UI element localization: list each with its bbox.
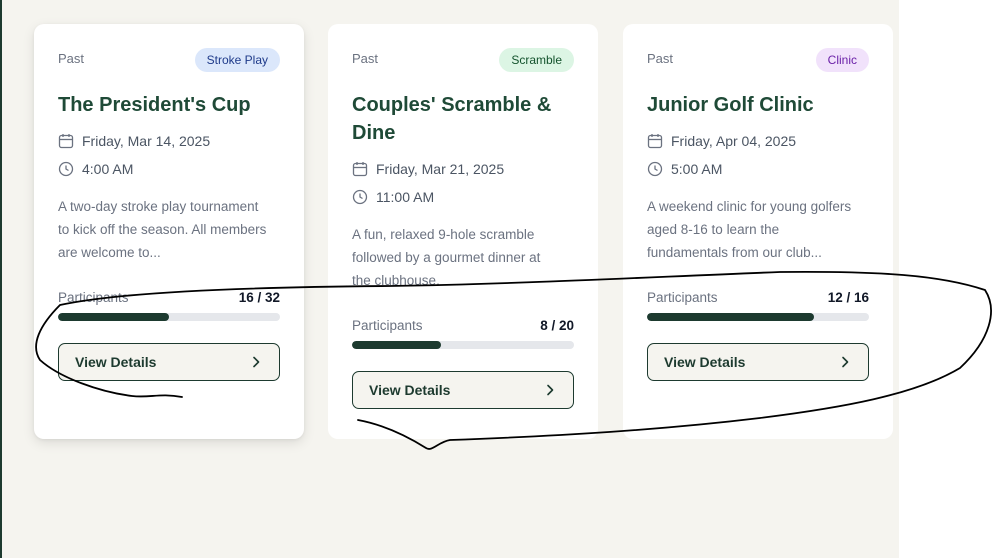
event-time-text: 5:00 AM [671, 161, 723, 177]
description-line: A two-day stroke play tournament [58, 199, 259, 214]
event-date-text: Friday, Mar 21, 2025 [376, 161, 505, 177]
event-description: A weekend clinic for young golfers aged … [647, 195, 869, 264]
clock-icon [58, 161, 74, 177]
event-title-line: Dine [352, 122, 396, 144]
event-title-line: Junior Golf Clinic [647, 94, 814, 116]
participants-row: Participants 16 / 32 [58, 289, 280, 307]
participants-label: Participants [352, 318, 423, 333]
description-line: aged 8-16 to learn the [647, 222, 780, 237]
chevron-right-icon [253, 356, 260, 368]
participants-label: Participants [647, 290, 718, 305]
calendar-icon [58, 134, 74, 149]
view-details-label: View Details [75, 354, 157, 370]
event-status: Past [58, 51, 85, 66]
event-description: A two-day stroke play tournament to kick… [58, 195, 280, 264]
event-type-badge: Clinic [815, 48, 869, 72]
event-title: Junior Golf Clinic [647, 91, 869, 119]
participants-row: Participants 8 / 20 [352, 317, 574, 335]
participants-count: 12 / 16 [827, 290, 869, 305]
description-line: fundamentals from our club... [647, 245, 822, 260]
description-line: the clubhouse. [352, 273, 440, 288]
event-type-badge: Scramble [499, 48, 574, 72]
event-title: Couples' Scramble & Dine [352, 91, 574, 147]
description-line: to kick off the season. All members [58, 222, 267, 237]
participants-count: 8 / 20 [540, 318, 574, 333]
description-line: are welcome to... [58, 245, 161, 260]
event-status: Past [352, 51, 379, 66]
description-line: followed by a gourmet dinner at [352, 250, 541, 265]
event-status: Past [647, 51, 674, 66]
event-date-text: Friday, Apr 04, 2025 [671, 133, 797, 149]
participants-progress-fill [58, 313, 169, 321]
event-time: 4:00 AM [58, 159, 280, 179]
event-date: Friday, Mar 21, 2025 [352, 159, 574, 179]
event-card: Past Stroke Play The President's Cup Fri… [34, 24, 304, 439]
event-type-badge: Stroke Play [194, 48, 280, 72]
event-time-text: 11:00 AM [376, 189, 435, 205]
calendar-icon [647, 134, 663, 149]
view-details-button[interactable]: View Details [352, 371, 574, 409]
participants-progress [647, 313, 869, 321]
event-date: Friday, Apr 04, 2025 [647, 131, 869, 151]
participants-label: Participants [58, 290, 129, 305]
chevron-right-icon [842, 356, 849, 368]
event-title-line: Couples' Scramble & [352, 94, 552, 116]
event-time: 11:00 AM [352, 187, 574, 207]
event-date-text: Friday, Mar 14, 2025 [82, 133, 211, 149]
event-time: 5:00 AM [647, 159, 869, 179]
calendar-icon [352, 162, 368, 177]
event-card: Past Clinic Junior Golf Clinic Friday, A… [623, 24, 893, 439]
chevron-right-icon [547, 384, 554, 396]
view-details-button[interactable]: View Details [647, 343, 869, 381]
description-line: A fun, relaxed 9-hole scramble [352, 227, 535, 242]
view-details-label: View Details [369, 382, 451, 398]
participants-progress [352, 341, 574, 349]
view-details-button[interactable]: View Details [58, 343, 280, 381]
event-title: The President's Cup [58, 91, 280, 119]
event-card: Past Scramble Couples' Scramble & Dine F… [328, 24, 598, 439]
event-description: A fun, relaxed 9-hole scramble followed … [352, 223, 574, 292]
event-date: Friday, Mar 14, 2025 [58, 131, 280, 151]
participants-progress-fill [352, 341, 441, 349]
participants-count: 16 / 32 [238, 290, 280, 305]
event-time-text: 4:00 AM [82, 161, 134, 177]
event-title-line: The President's Cup [58, 94, 251, 116]
view-details-label: View Details [664, 354, 746, 370]
clock-icon [352, 189, 368, 205]
participants-row: Participants 12 / 16 [647, 289, 869, 307]
clock-icon [647, 161, 663, 177]
description-line: A weekend clinic for young golfers [647, 199, 852, 214]
participants-progress-fill [647, 313, 814, 321]
participants-progress [58, 313, 280, 321]
events-area: Past Stroke Play The President's Cup Fri… [2, 0, 899, 558]
